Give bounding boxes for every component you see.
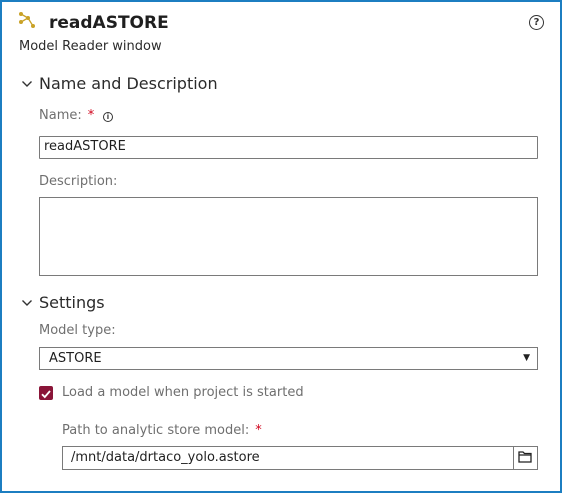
name-input[interactable]: readASTORE [39, 136, 538, 159]
path-label: Path to analytic store model: * [62, 423, 262, 438]
window-subtitle: Model Reader window [19, 39, 162, 54]
description-label: Description: [39, 174, 118, 189]
model-type-label: Model type: [39, 323, 116, 338]
help-icon[interactable]: ? [529, 15, 544, 30]
window-title: readASTORE [49, 13, 169, 33]
model-reader-panel: readASTORE Model Reader window ? Name an… [0, 0, 562, 493]
description-textarea[interactable] [39, 197, 538, 276]
section-title-name-description[interactable]: Name and Description [39, 74, 218, 93]
chevron-down-icon[interactable] [21, 297, 33, 309]
required-marker: * [87, 108, 95, 123]
browse-folder-button[interactable] [513, 447, 537, 469]
path-value: /mnt/data/drtaco_yolo.astore [71, 450, 260, 465]
load-model-checkbox[interactable] [39, 386, 53, 400]
folder-icon [518, 451, 532, 463]
section-title-settings[interactable]: Settings [39, 293, 105, 312]
model-type-select[interactable]: ASTORE ▼ [39, 347, 538, 370]
model-reader-icon [19, 12, 35, 28]
model-type-value: ASTORE [49, 351, 102, 366]
chevron-down-icon[interactable] [21, 78, 33, 90]
required-marker: * [255, 423, 262, 438]
info-icon[interactable]: i [103, 112, 113, 122]
path-input[interactable]: /mnt/data/drtaco_yolo.astore [62, 446, 538, 470]
checkmark-icon [41, 390, 51, 399]
load-model-checkbox-label[interactable]: Load a model when project is started [62, 385, 304, 400]
dropdown-arrow-icon: ▼ [523, 353, 530, 363]
name-label: Name: * [39, 108, 95, 123]
